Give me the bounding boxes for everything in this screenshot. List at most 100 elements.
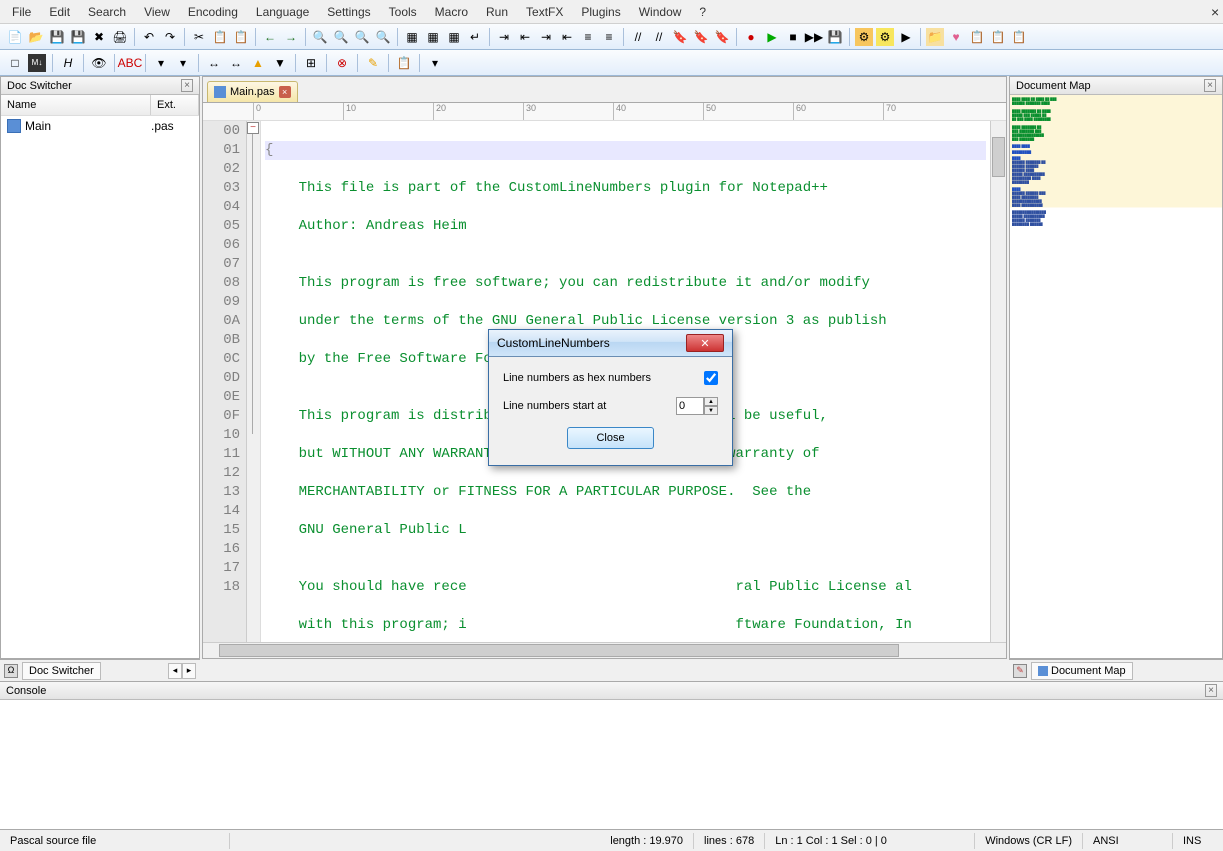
panel-icon[interactable]: Ω <box>4 664 18 678</box>
html-icon[interactable]: H <box>59 54 77 72</box>
bookmark-icon[interactable]: 🔖 <box>692 28 710 46</box>
menu-textfx[interactable]: TextFX <box>518 3 571 21</box>
menu-settings[interactable]: Settings <box>319 3 378 21</box>
menu-window[interactable]: Window <box>631 3 690 21</box>
tool-icon[interactable]: ⊞ <box>302 54 320 72</box>
new-file-icon[interactable]: 📄 <box>6 28 24 46</box>
document-map-canvas[interactable]: ████ ████ ██ ████ ██ █████████ ███████ █… <box>1010 95 1222 658</box>
plugin-icon[interactable]: 📋 <box>968 28 986 46</box>
menu-language[interactable]: Language <box>248 3 317 21</box>
panel-close-icon[interactable]: × <box>1204 79 1216 92</box>
arrow-right-icon[interactable]: → <box>282 28 300 46</box>
arrow-left-icon[interactable]: ◂ <box>168 663 182 679</box>
open-file-icon[interactable]: 📂 <box>27 28 45 46</box>
menu-encoding[interactable]: Encoding <box>180 3 246 21</box>
close-button[interactable]: Close <box>567 427 653 449</box>
wrap-icon[interactable]: ↵ <box>466 28 484 46</box>
replace-icon[interactable]: 🔍 <box>332 28 350 46</box>
stop-icon[interactable]: ■ <box>784 28 802 46</box>
outdent-icon[interactable]: ⇤ <box>516 28 534 46</box>
plugin-icon[interactable]: ⚙ <box>855 28 873 46</box>
tab-document-map[interactable]: Document Map <box>1031 662 1133 680</box>
doc-item[interactable]: Main .pas <box>1 116 199 136</box>
plugin-icon[interactable]: 📋 <box>989 28 1007 46</box>
indent-icon[interactable]: ⇥ <box>495 28 513 46</box>
menu-edit[interactable]: Edit <box>41 3 78 21</box>
plugin-icon[interactable]: 📋 <box>1010 28 1028 46</box>
horizontal-scrollbar[interactable] <box>203 642 1006 658</box>
fold-minus-icon[interactable]: − <box>247 122 259 134</box>
console-output[interactable] <box>0 700 1223 829</box>
toggle-panel-icon[interactable]: ▦ <box>424 28 442 46</box>
save-all-icon[interactable]: 💾 <box>69 28 87 46</box>
menu-view[interactable]: View <box>136 3 178 21</box>
start-at-spinner[interactable]: ▲ ▼ <box>676 397 718 415</box>
zoom-out-icon[interactable]: 🔍 <box>374 28 392 46</box>
bookmark-icon[interactable]: 🔖 <box>713 28 731 46</box>
paste-icon[interactable]: 📋 <box>232 28 250 46</box>
panel-icon[interactable]: ✎ <box>1013 664 1027 678</box>
menu-plugins[interactable]: Plugins <box>573 3 628 21</box>
heart-icon[interactable]: ♥ <box>947 28 965 46</box>
record-icon[interactable]: ● <box>742 28 760 46</box>
undo-icon[interactable]: ↶ <box>140 28 158 46</box>
uncomment-icon[interactable]: // <box>650 28 668 46</box>
redo-icon[interactable]: ↷ <box>161 28 179 46</box>
panel-close-icon[interactable]: × <box>1205 684 1217 697</box>
col-name[interactable]: Name <box>1 95 151 115</box>
arrow-left-icon[interactable]: ← <box>261 28 279 46</box>
spinner-up-icon[interactable]: ▲ <box>704 397 718 406</box>
plugin-icon[interactable]: ▶ <box>897 28 915 46</box>
format-icon[interactable]: ≡ <box>579 28 597 46</box>
indent-icon[interactable]: ⇥ <box>537 28 555 46</box>
plugin-icon[interactable]: ⚙ <box>876 28 894 46</box>
eye-icon[interactable]: 👁 <box>90 54 108 72</box>
tool-icon[interactable]: ⊗ <box>333 54 351 72</box>
tool-icon[interactable]: ▾ <box>174 54 192 72</box>
tab-doc-switcher[interactable]: Doc Switcher <box>22 662 101 680</box>
menu-search[interactable]: Search <box>80 3 134 21</box>
find-icon[interactable]: 🔍 <box>311 28 329 46</box>
cut-icon[interactable]: ✂ <box>190 28 208 46</box>
markdown-icon[interactable]: M↓ <box>28 54 46 72</box>
window-close-icon[interactable]: × <box>1203 2 1219 18</box>
play-icon[interactable]: ▶ <box>763 28 781 46</box>
tool-icon[interactable]: ↔ <box>205 54 223 72</box>
plugin-icon[interactable]: 📁 <box>926 28 944 46</box>
panel-close-icon[interactable]: × <box>181 79 193 92</box>
tab-main-pas[interactable]: Main.pas × <box>207 81 298 102</box>
spell-icon[interactable]: ABC <box>121 54 139 72</box>
col-ext[interactable]: Ext. <box>151 95 199 115</box>
tool-icon[interactable]: ▾ <box>152 54 170 72</box>
arrow-right-icon[interactable]: ▸ <box>182 663 196 679</box>
toggle-panel-icon[interactable]: ▦ <box>445 28 463 46</box>
close-icon[interactable]: ✖ <box>90 28 108 46</box>
tool-icon[interactable]: ▲ <box>249 54 267 72</box>
spinner-down-icon[interactable]: ▼ <box>704 406 718 415</box>
scrollbar-thumb[interactable] <box>219 644 899 657</box>
tool-icon[interactable]: ✎ <box>364 54 382 72</box>
menu-help[interactable]: ? <box>691 3 714 21</box>
hex-checkbox[interactable] <box>704 371 718 385</box>
menu-macro[interactable]: Macro <box>427 3 476 21</box>
vertical-scrollbar[interactable] <box>990 121 1006 642</box>
bookmark-icon[interactable]: 🔖 <box>671 28 689 46</box>
tool-icon[interactable]: ↔ <box>227 54 245 72</box>
tool-icon[interactable]: 📋 <box>395 54 413 72</box>
print-icon[interactable]: 🖨 <box>111 28 129 46</box>
outdent-icon[interactable]: ⇤ <box>558 28 576 46</box>
save-icon[interactable]: 💾 <box>48 28 66 46</box>
macro-icon[interactable]: ▶▶ <box>805 28 823 46</box>
copy-icon[interactable]: 📋 <box>211 28 229 46</box>
macro-icon[interactable]: 💾 <box>826 28 844 46</box>
dropdown-icon[interactable]: ▾ <box>426 54 444 72</box>
start-at-input[interactable] <box>676 397 704 415</box>
fold-column[interactable]: − <box>247 121 261 642</box>
scrollbar-thumb[interactable] <box>992 137 1005 177</box>
menu-run[interactable]: Run <box>478 3 516 21</box>
dialog-close-icon[interactable]: ✕ <box>686 334 724 352</box>
tab-close-icon[interactable]: × <box>279 86 291 98</box>
menu-tools[interactable]: Tools <box>381 3 425 21</box>
toggle-panel-icon[interactable]: ▦ <box>403 28 421 46</box>
zoom-in-icon[interactable]: 🔍 <box>353 28 371 46</box>
